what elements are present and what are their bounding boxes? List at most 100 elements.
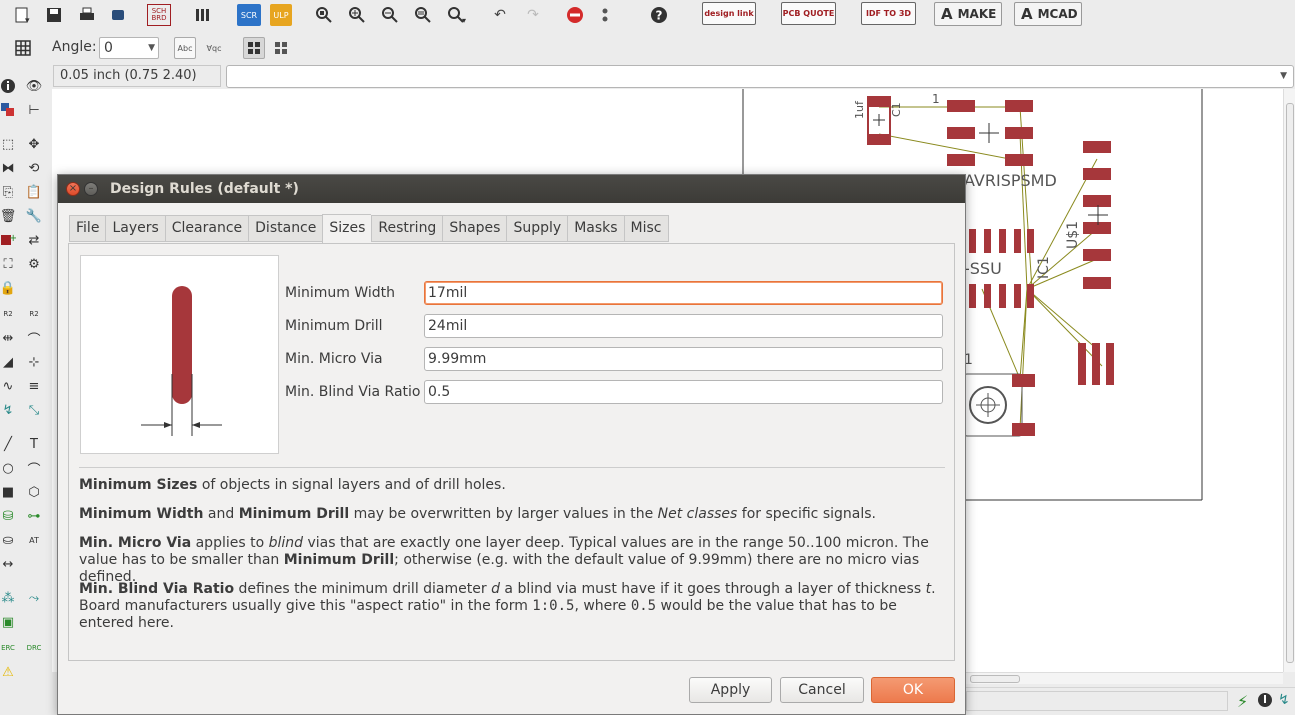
select-icon[interactable]: ⬚ [0, 134, 18, 154]
ok-button[interactable]: OK [871, 677, 955, 703]
value-icon[interactable]: R2 [24, 304, 44, 324]
save-icon[interactable] [43, 4, 65, 26]
delete-icon[interactable]: 🗑 [0, 206, 18, 226]
copy-icon[interactable]: ⎘ [0, 182, 18, 202]
paste-icon[interactable]: 📋 [24, 182, 44, 202]
zoom-redraw-icon[interactable] [412, 4, 434, 26]
group-icon[interactable]: ⛶ [0, 254, 18, 274]
undo-icon[interactable]: ↶ [489, 4, 511, 26]
make-button[interactable]: A MAKE [934, 2, 1002, 26]
circle-icon[interactable]: ○ [0, 458, 18, 478]
attribute-icon[interactable]: AT [24, 530, 44, 550]
tab-supply[interactable]: Supply [506, 215, 568, 242]
tab-sizes[interactable]: Sizes [322, 214, 372, 243]
tab-masks[interactable]: Masks [567, 215, 624, 242]
minimize-icon[interactable]: – [84, 182, 98, 196]
zoom-fit-icon[interactable] [313, 4, 335, 26]
cam-icon[interactable] [107, 4, 129, 26]
tab-misc[interactable]: Misc [623, 215, 669, 242]
help-icon[interactable]: ? [648, 4, 670, 26]
ulp-icon[interactable]: ULP [270, 4, 292, 26]
polygon-icon[interactable]: ⬡ [24, 482, 44, 502]
vertical-scrollbar[interactable] [1283, 89, 1295, 672]
add-part-icon[interactable]: + [0, 230, 18, 250]
name-icon[interactable]: R2 [0, 304, 18, 324]
meander-icon[interactable]: ∿ [0, 376, 18, 396]
mirror-icon[interactable]: ⧓ [0, 158, 18, 178]
redo-icon[interactable]: ↷ [522, 4, 544, 26]
lines-icon[interactable]: ≡ [24, 376, 44, 396]
design-link-logo[interactable]: design link [702, 2, 756, 25]
route-icon[interactable]: ↯ [0, 400, 18, 420]
min-micro-via-input[interactable]: 9.99mm [424, 347, 943, 371]
zoom-out-icon[interactable] [379, 4, 401, 26]
line-icon[interactable]: ╱ [0, 434, 18, 454]
scroll-thumb[interactable] [970, 675, 1020, 683]
split-icon[interactable]: ⇹ [0, 328, 18, 348]
board-icon[interactable]: ▣ [0, 612, 18, 632]
go-icon[interactable] [594, 4, 616, 26]
via-icon[interactable]: ⛁ [0, 506, 18, 526]
arc-icon[interactable]: ⌒ [24, 458, 44, 478]
command-line-input[interactable]: ▼ [226, 65, 1294, 88]
errors-icon[interactable]: ⚠ [0, 662, 18, 682]
lock-icon[interactable]: 🔒 [0, 278, 18, 298]
angle-select[interactable]: 0 ▼ [99, 37, 159, 59]
dialog-title-bar[interactable]: × – Design Rules (default *) [58, 175, 965, 203]
tab-restring[interactable]: Restring [371, 215, 443, 242]
tab-file[interactable]: File [69, 215, 106, 242]
layout-multi-toggle[interactable] [270, 37, 292, 59]
scroll-thumb[interactable] [1286, 103, 1294, 663]
min-blind-via-ratio-input[interactable]: 0.5 [424, 380, 943, 404]
layout-single-toggle[interactable] [243, 37, 265, 59]
zoom-in-icon[interactable] [346, 4, 368, 26]
minimum-drill-input[interactable]: 24mil [424, 314, 943, 338]
miter-icon[interactable]: ⌒ [24, 328, 44, 348]
ratsnest-icon[interactable]: ⁂ [0, 588, 18, 608]
mcad-button[interactable]: A MCAD [1014, 2, 1082, 26]
rotate-icon[interactable]: ⟲ [24, 158, 44, 178]
hole-icon[interactable]: ⛀ [0, 530, 18, 550]
new-file-icon[interactable]: ▾ [12, 4, 34, 26]
tab-shapes[interactable]: Shapes [442, 215, 507, 242]
route-status-icon[interactable]: ↯ [1278, 692, 1290, 708]
grid-icon[interactable] [12, 37, 34, 59]
tab-distance[interactable]: Distance [248, 215, 323, 242]
library-icon[interactable] [192, 4, 214, 26]
horizontal-scrollbar[interactable] [965, 672, 1283, 684]
rect-icon[interactable]: ■ [0, 482, 18, 502]
info-icon[interactable] [0, 76, 18, 96]
text-normal-toggle[interactable]: Abc [174, 37, 196, 59]
text-icon[interactable]: T [24, 434, 44, 454]
apply-button[interactable]: Apply [689, 677, 772, 703]
signal-icon[interactable]: ⊶ [24, 506, 44, 526]
print-icon[interactable] [76, 4, 98, 26]
stop-icon[interactable] [1257, 692, 1273, 712]
chevron-down-icon[interactable]: ▼ [1280, 71, 1287, 81]
zoom-select-icon[interactable]: ▾ [447, 4, 469, 26]
cancel-button[interactable]: Cancel [780, 677, 864, 703]
optimize-icon[interactable]: ◢ [0, 352, 18, 372]
change-icon[interactable]: ⚙ [24, 254, 44, 274]
drc-icon[interactable]: DRC [24, 638, 44, 658]
erc-icon[interactable]: ERC [0, 638, 18, 658]
close-icon[interactable]: × [66, 182, 80, 196]
script-icon[interactable]: SCR [237, 4, 261, 26]
smash-icon[interactable]: ⊹ [24, 352, 44, 372]
tab-layers[interactable]: Layers [105, 215, 165, 242]
dimension-icon[interactable]: ↔ [0, 554, 18, 574]
stop-icon[interactable] [564, 4, 586, 26]
mark-icon[interactable]: ⊢ [24, 100, 44, 120]
replace-icon[interactable]: ⇄ [24, 230, 44, 250]
sch-brd-switch-icon[interactable]: SCH BRD [147, 4, 171, 26]
text-mirror-toggle[interactable]: Ɐqc [203, 37, 225, 59]
ripup-icon[interactable]: ⤡ [24, 400, 44, 420]
tab-clearance[interactable]: Clearance [164, 215, 249, 242]
wrench-icon[interactable]: 🔧 [24, 206, 44, 226]
move-icon[interactable]: ✥ [24, 134, 44, 154]
autorouter-icon[interactable]: ⤳ [24, 588, 44, 608]
idf-to-3d-logo[interactable]: IDF TO 3D [861, 2, 916, 25]
lightning-icon[interactable]: ⚡ [1237, 692, 1248, 711]
pcb-quote-logo[interactable]: PCB QUOTE [781, 2, 836, 25]
show-icon[interactable]: 👁 [24, 76, 44, 96]
